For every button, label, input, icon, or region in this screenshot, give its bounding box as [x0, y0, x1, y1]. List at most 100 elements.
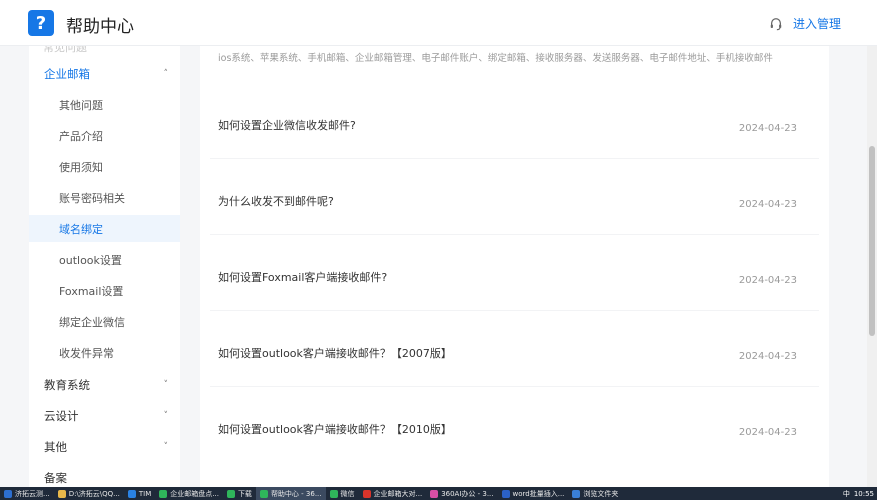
word-icon: [501, 489, 510, 498]
sidebar: 常见问题 企业邮箱 ˄ 其他问题 产品介绍 使用须知 账号密码相关 域名绑定 o…: [29, 46, 180, 487]
sidebar-item-label: outlook设置: [59, 253, 122, 267]
article-tags: ios系统、苹果系统、手机邮箱、企业邮箱管理、电子邮件账户、绑定邮箱、接收服务器…: [218, 53, 773, 64]
app-icon: [4, 489, 12, 498]
sidebar-item-enterprise-mail[interactable]: 企业邮箱 ˄: [29, 60, 180, 87]
sidebar-item-label: 备案: [44, 470, 67, 485]
article-title[interactable]: 如何设置outlook客户端接收邮件？【2010版】: [218, 421, 452, 437]
sidebar-item-label: 其他: [44, 439, 67, 454]
sidebar-item-education[interactable]: 教育系统 ˅: [29, 371, 180, 398]
browser-icon: [259, 489, 268, 498]
divider: [210, 386, 819, 387]
folder-icon: [572, 489, 581, 498]
wps-icon: [362, 489, 371, 498]
tim-icon: [127, 489, 136, 498]
sidebar-item-label: 账号密码相关: [59, 191, 125, 205]
scrollbar-thumb[interactable]: [869, 146, 875, 336]
sidebar-item-label: 教育系统: [44, 377, 90, 392]
article-date: 2024-04-23: [738, 123, 797, 134]
article-item[interactable]: 如何设置outlook客户端接收邮件？【2007版】 2024-04-23: [200, 345, 829, 421]
taskbar-item[interactable]: 浏览文件夹: [568, 487, 622, 500]
taskbar-label: 企业邮箱大对...: [373, 489, 423, 498]
taskbar-label: 帮助中心 - 36...: [270, 489, 322, 498]
sidebar-item-account-password[interactable]: 账号密码相关: [29, 184, 180, 211]
divider: [210, 158, 819, 159]
taskbar-item[interactable]: 360AI办公 - 3...: [426, 487, 497, 500]
sidebar-item-label: Foxmail设置: [59, 284, 124, 298]
article-date: 2024-04-23: [738, 199, 797, 210]
sidebar-item-product-intro[interactable]: 产品介绍: [29, 122, 180, 149]
wechat-icon: [329, 489, 338, 498]
taskbar-label: 360AI办公 - 3...: [441, 489, 494, 498]
page-scrollbar[interactable]: [867, 46, 877, 487]
sidebar-item-label: 域名绑定: [59, 222, 103, 236]
article-item[interactable]: 如何设置Foxmail客户端接收邮件? 2024-04-23: [200, 269, 829, 345]
chevron-down-icon: ˅: [163, 441, 169, 452]
browser-icon: [226, 489, 235, 498]
sidebar-item-foxmail-settings[interactable]: Foxmail设置: [29, 277, 180, 304]
article-date: 2024-04-23: [738, 351, 797, 362]
sidebar-item-other-questions[interactable]: 其他问题: [29, 91, 180, 118]
clock[interactable]: 10:55: [854, 490, 874, 498]
article-item[interactable]: 为什么收发不到邮件呢? 2024-04-23: [200, 193, 829, 269]
taskbar-label: 下载: [237, 489, 252, 498]
sidebar-item-usage-notes[interactable]: 使用须知: [29, 153, 180, 180]
browser-icon: [159, 489, 168, 498]
article-list-panel: ios系统、苹果系统、手机邮箱、企业邮箱管理、电子邮件账户、绑定邮箱、接收服务器…: [200, 46, 829, 487]
sidebar-item-cut[interactable]: 常见问题: [43, 46, 87, 55]
admin-link[interactable]: 进入管理: [769, 15, 841, 32]
top-bar: ? 帮助中心 进入管理: [0, 0, 877, 46]
taskbar-item[interactable]: 企业邮箱盘点...: [155, 487, 223, 500]
sidebar-item-label: 收发件异常: [59, 346, 114, 360]
chevron-down-icon: ˅: [163, 410, 169, 421]
sidebar-item-mail-errors[interactable]: 收发件异常: [29, 339, 180, 366]
input-method-indicator[interactable]: 中: [843, 489, 850, 499]
sidebar-item-label: 企业邮箱: [44, 66, 90, 81]
sidebar-item-label: 使用须知: [59, 160, 103, 174]
system-tray: 中 10:55: [842, 487, 877, 500]
page-title: 帮助中心: [66, 17, 134, 37]
taskbar-item[interactable]: TIM: [124, 487, 155, 500]
taskbar-item[interactable]: 济拓云测...: [0, 487, 54, 500]
sidebar-item-other[interactable]: 其他 ˅: [29, 433, 180, 460]
taskbar-label: 浏览文件夹: [583, 489, 619, 498]
taskbar-label: word批量插入...: [512, 489, 565, 498]
taskbar-label: TIM: [138, 489, 152, 498]
article-item[interactable]: 如何设置outlook客户端接收邮件？【2010版】 2024-04-23: [200, 421, 829, 487]
admin-link-label: 进入管理: [792, 17, 841, 31]
os-taskbar: 济拓云测... D:\济拓云\QQ... TIM 企业邮箱盘点... 下载 帮助…: [0, 487, 877, 500]
chevron-up-icon: ˄: [163, 68, 169, 79]
article-date: 2024-04-23: [738, 275, 797, 286]
sidebar-item-cloud-design[interactable]: 云设计 ˅: [29, 402, 180, 429]
article-title[interactable]: 为什么收发不到邮件呢?: [218, 193, 334, 209]
sidebar-item-outlook-settings[interactable]: outlook设置: [29, 246, 180, 273]
help-logo-icon[interactable]: ?: [28, 10, 54, 36]
taskbar-item[interactable]: D:\济拓云\QQ...: [54, 487, 124, 500]
taskbar-item[interactable]: 帮助中心 - 36...: [255, 487, 326, 500]
sidebar-item-label: 其他问题: [59, 98, 103, 112]
taskbar-label: D:\济拓云\QQ...: [68, 489, 120, 498]
headset-icon: [770, 17, 782, 30]
sidebar-item-label: 云设计: [44, 408, 79, 423]
sidebar-item-filing[interactable]: 备案: [29, 464, 180, 487]
sidebar-item-domain-binding[interactable]: 域名绑定: [29, 215, 180, 242]
divider: [210, 234, 819, 235]
taskbar-label: 企业邮箱盘点...: [170, 489, 219, 498]
sidebar-item-bind-wecom[interactable]: 绑定企业微信: [29, 308, 180, 335]
taskbar-item[interactable]: 下载: [223, 487, 256, 500]
taskbar-label: 济拓云测...: [15, 489, 50, 498]
sidebar-item-label: 产品介绍: [59, 129, 103, 143]
folder-icon: [57, 489, 66, 498]
taskbar-item[interactable]: 企业邮箱大对...: [359, 487, 427, 500]
divider: [210, 310, 819, 311]
chevron-down-icon: ˅: [163, 379, 169, 390]
ai-office-icon: [430, 489, 439, 498]
article-title[interactable]: 如何设置企业微信收发邮件?: [218, 117, 356, 133]
article-title[interactable]: 如何设置Foxmail客户端接收邮件?: [218, 269, 387, 285]
article-date: 2024-04-23: [738, 427, 797, 438]
taskbar-label: 微信: [340, 489, 355, 498]
article-title[interactable]: 如何设置outlook客户端接收邮件？【2007版】: [218, 345, 452, 361]
sidebar-item-label: 绑定企业微信: [59, 315, 125, 329]
taskbar-item[interactable]: 微信: [326, 487, 359, 500]
article-item[interactable]: 如何设置企业微信收发邮件? 2024-04-23: [200, 117, 829, 193]
taskbar-item[interactable]: word批量插入...: [498, 487, 569, 500]
